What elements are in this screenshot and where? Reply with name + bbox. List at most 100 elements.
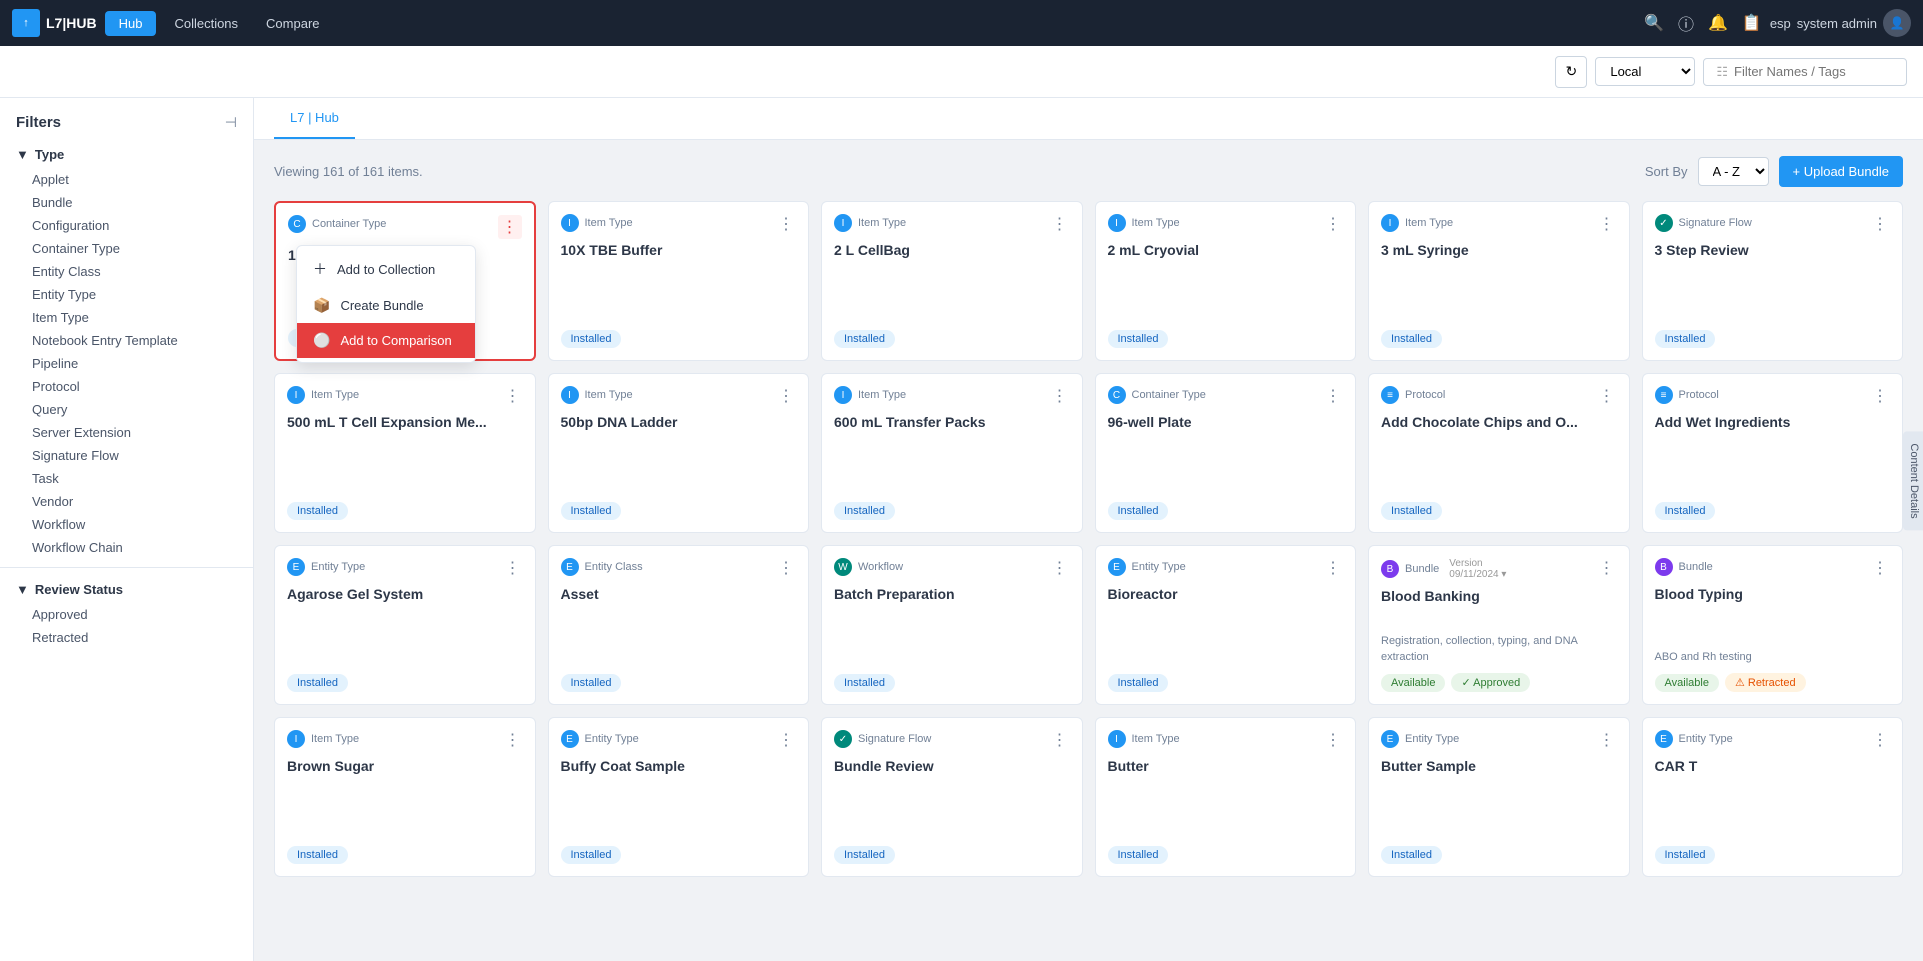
top-navigation: ↑ L7|HUB Hub Collections Compare 🔍 ⓘ 🔔 📋… (0, 0, 1923, 46)
bell-icon[interactable]: 🔔 (1708, 13, 1728, 33)
filter-item-notebook-entry-template[interactable]: Notebook Entry Template (16, 329, 237, 352)
filter-item-applet[interactable]: Applet (16, 168, 237, 191)
tab-hub[interactable]: L7 | Hub (274, 98, 355, 139)
filter-item-vendor[interactable]: Vendor (16, 490, 237, 513)
card-menu-button[interactable]: ⋮ (1597, 730, 1617, 750)
type-section-label: Type (35, 147, 64, 162)
card-header: E Entity Type ⋮ (1108, 558, 1344, 578)
refresh-button[interactable]: ↻ (1555, 56, 1587, 88)
card-footer: Installed (1108, 846, 1344, 864)
card-menu-button[interactable]: ⋮ (503, 558, 523, 578)
card-type-label: ≡ Protocol (1381, 386, 1445, 404)
filter-item-server-extension[interactable]: Server Extension (16, 421, 237, 444)
filter-item-workflow[interactable]: Workflow (16, 513, 237, 536)
card-menu-button[interactable]: ⋮ (1323, 214, 1343, 234)
card-menu-button[interactable]: ⋮ (503, 730, 523, 750)
card-menu-button[interactable]: ⋮ (1597, 558, 1617, 578)
card-header: ✓ Signature Flow ⋮ (1655, 214, 1891, 234)
card-menu-button[interactable]: ⋮ (1870, 214, 1890, 234)
card-menu-button[interactable]: ⋮ (1050, 214, 1070, 234)
card-menu-button[interactable]: ⋮ (1323, 730, 1343, 750)
cards-grid: C Container Type ⋮ 1-D Installed ＋ Add t… (274, 201, 1903, 877)
card-name: Add Chocolate Chips and O... (1381, 414, 1617, 498)
sort-select[interactable]: A - Z (1698, 157, 1769, 186)
card-name: Agarose Gel System (287, 586, 523, 670)
location-select[interactable]: Local (1595, 57, 1695, 86)
filter-item-item-type[interactable]: Item Type (16, 306, 237, 329)
approved-badge: ✓ Approved (1451, 673, 1530, 692)
collections-link[interactable]: Collections (164, 11, 248, 36)
filter-item-approved[interactable]: Approved (16, 603, 237, 626)
chevron-down-icon-review: ▼ (16, 582, 29, 597)
card-footer: Installed (561, 330, 797, 348)
create-bundle-item[interactable]: 📦 Create Bundle (297, 288, 475, 323)
help-icon[interactable]: ⓘ (1678, 11, 1694, 35)
installed-badge: Installed (1381, 502, 1442, 520)
card-menu-button[interactable]: ⋮ (503, 386, 523, 406)
item-type-icon: I (1381, 214, 1399, 232)
upload-bundle-button[interactable]: + Upload Bundle (1779, 156, 1904, 187)
filter-item-bundle[interactable]: Bundle (16, 191, 237, 214)
filter-item-protocol[interactable]: Protocol (16, 375, 237, 398)
hub-button[interactable]: Hub (105, 11, 157, 36)
card-menu-button[interactable]: ⋮ (1323, 558, 1343, 578)
card-menu-button[interactable]: ⋮ (1597, 214, 1617, 234)
card-menu-button[interactable]: ⋮ (776, 386, 796, 406)
card-header: I Item Type ⋮ (287, 730, 523, 750)
filter-item-retracted[interactable]: Retracted (16, 626, 237, 649)
card-name: 2 mL Cryovial (1108, 242, 1344, 326)
card-header: I Item Type ⋮ (834, 214, 1070, 234)
filter-item-container-type[interactable]: Container Type (16, 237, 237, 260)
card-menu-button[interactable]: ⋮ (1050, 730, 1070, 750)
filter-input[interactable] (1734, 64, 1894, 79)
sidebar-collapse-button[interactable]: ⊣ (225, 114, 237, 131)
card-footer: Installed (561, 674, 797, 692)
sort-area: Sort By A - Z + Upload Bundle (1645, 156, 1903, 187)
add-to-collection-item[interactable]: ＋ Add to Collection (297, 250, 475, 288)
sidebar: Filters ⊣ ▼ Type Applet Bundle Configura… (0, 98, 254, 961)
card-menu-button[interactable]: ⋮ (1870, 386, 1890, 406)
search-icon[interactable]: 🔍 (1644, 13, 1664, 33)
filter-item-entity-type[interactable]: Entity Type (16, 283, 237, 306)
filter-section-type: ▼ Type Applet Bundle Configuration Conta… (0, 141, 253, 559)
clipboard-icon[interactable]: 📋 (1742, 13, 1762, 33)
card-menu-button[interactable]: ⋮ (776, 214, 796, 234)
content-details-toggle[interactable]: Content Details (1903, 431, 1923, 530)
installed-badge: Installed (1655, 502, 1716, 520)
user-avatar[interactable]: 👤 (1883, 9, 1911, 37)
card-menu-button[interactable]: ⋮ (776, 558, 796, 578)
signature-flow-icon: ✓ (834, 730, 852, 748)
filter-item-workflow-chain[interactable]: Workflow Chain (16, 536, 237, 559)
card-protocol-wet-ingredients: ≡ Protocol ⋮ Add Wet Ingredients Install… (1642, 373, 1904, 533)
item-type-icon: I (561, 386, 579, 404)
compare-link[interactable]: Compare (256, 11, 329, 36)
card-header: ≡ Protocol ⋮ (1655, 386, 1891, 406)
card-menu-button[interactable]: ⋮ (498, 215, 522, 239)
installed-badge: Installed (287, 502, 348, 520)
card-name: 2 L CellBag (834, 242, 1070, 326)
card-menu-button[interactable]: ⋮ (776, 730, 796, 750)
filter-item-signature-flow[interactable]: Signature Flow (16, 444, 237, 467)
card-menu-button[interactable]: ⋮ (1870, 730, 1890, 750)
filter-item-query[interactable]: Query (16, 398, 237, 421)
card-container-type-1d: C Container Type ⋮ 1-D Installed ＋ Add t… (274, 201, 536, 361)
filter-item-entity-class[interactable]: Entity Class (16, 260, 237, 283)
content-body: Viewing 161 of 161 items. Sort By A - Z … (254, 140, 1923, 961)
card-entity-type-bioreactor: E Entity Type ⋮ Bioreactor Installed (1095, 545, 1357, 705)
filter-bar[interactable]: ☷ (1703, 58, 1907, 86)
card-menu-button[interactable]: ⋮ (1323, 386, 1343, 406)
filter-item-task[interactable]: Task (16, 467, 237, 490)
add-comparison-item[interactable]: ⚪ Add to Comparison (297, 323, 475, 358)
card-menu-button[interactable]: ⋮ (1050, 558, 1070, 578)
card-item-type-syringe: I Item Type ⋮ 3 mL Syringe Installed (1368, 201, 1630, 361)
entity-class-icon: E (561, 558, 579, 576)
filter-group-type[interactable]: ▼ Type (16, 141, 237, 168)
filter-item-configuration[interactable]: Configuration (16, 214, 237, 237)
card-footer: Installed (834, 330, 1070, 348)
card-menu-button[interactable]: ⋮ (1870, 558, 1890, 578)
filter-item-pipeline[interactable]: Pipeline (16, 352, 237, 375)
filter-group-review[interactable]: ▼ Review Status (16, 576, 237, 603)
add-comparison-label: Add to Comparison (340, 333, 451, 348)
card-menu-button[interactable]: ⋮ (1597, 386, 1617, 406)
card-menu-button[interactable]: ⋮ (1050, 386, 1070, 406)
